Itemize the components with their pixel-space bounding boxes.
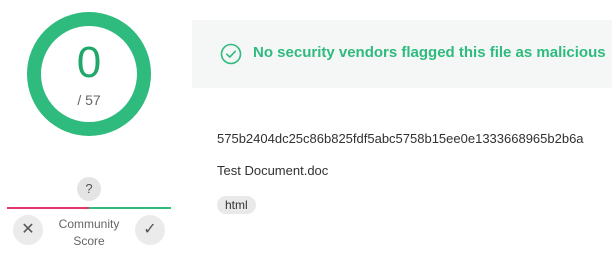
- community-score-bar-negative: [7, 207, 89, 209]
- community-score-label-line2: Score: [73, 234, 105, 248]
- file-name: Test Document.doc: [217, 163, 329, 178]
- upvote-button[interactable]: ✓: [135, 215, 165, 245]
- community-score-label-line1: Community: [58, 217, 120, 231]
- community-score-bar-positive: [89, 207, 171, 209]
- file-hash: 575b2404dc25c86b825fdf5abc5758b15ee0e133…: [217, 131, 584, 146]
- detection-count: 0: [76, 38, 102, 87]
- verdict-text: No security vendors flagged this file as…: [253, 44, 606, 61]
- detection-score-ring: 0 / 57: [27, 12, 151, 136]
- verdict-banner: No security vendors flagged this file as…: [192, 20, 612, 88]
- downvote-button[interactable]: ✕: [13, 215, 43, 245]
- community-score-label: Community Score: [49, 216, 129, 250]
- community-score-unknown-icon: ?: [77, 177, 101, 201]
- check-circle-icon: [220, 43, 242, 65]
- detection-score-inner: 0 / 57: [41, 26, 137, 122]
- check-icon: ✓: [143, 221, 157, 238]
- engine-total: / 57: [77, 92, 101, 108]
- x-icon: ✕: [21, 221, 35, 238]
- file-tag-html[interactable]: html: [217, 196, 256, 214]
